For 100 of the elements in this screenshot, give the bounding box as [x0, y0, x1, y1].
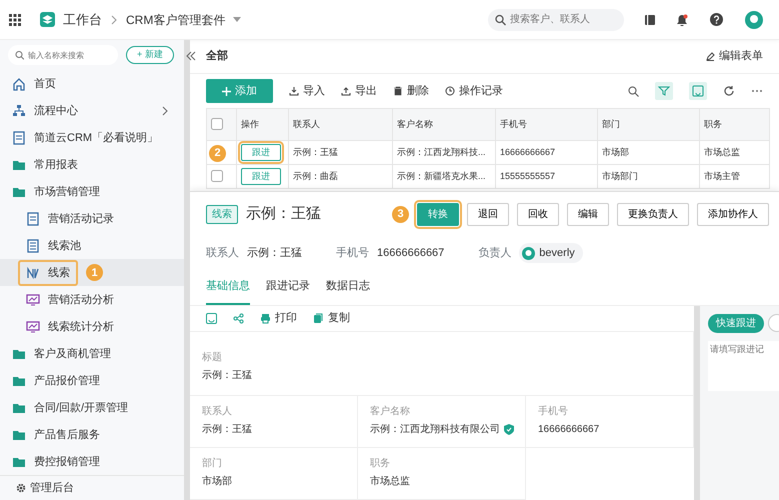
refresh-icon[interactable] [723, 85, 735, 97]
toolbar-link[interactable]: 删除 [393, 82, 429, 100]
printer-icon [260, 312, 271, 324]
follow-up-field[interactable]: 请填写跟进记 [708, 340, 779, 390]
action-button[interactable]: 回收 [517, 202, 559, 226]
help-icon[interactable] [710, 13, 723, 26]
grid-menu-icon[interactable] [8, 12, 22, 26]
card-view-icon[interactable] [689, 82, 707, 100]
caret-down-icon[interactable] [233, 16, 242, 22]
action-button[interactable]: 更换负责人 [617, 202, 689, 226]
callout-marker: 3 [392, 206, 409, 222]
avatar-icon[interactable] [745, 10, 763, 28]
plus-icon [222, 86, 231, 96]
table-cell: 示例：江西龙翔科技... [392, 140, 496, 164]
collapse-icon[interactable] [186, 51, 196, 61]
field-label: 标题 [202, 350, 223, 364]
detail-title: 示例：王猛 [246, 204, 321, 224]
app-name[interactable]: CRM客户管理套件 [126, 10, 226, 28]
wave-icon [26, 266, 40, 280]
column-header: 操作 [236, 108, 288, 140]
toolbar-link[interactable]: 导出 [341, 82, 377, 100]
checkbox[interactable] [211, 118, 223, 130]
upload-icon [341, 86, 351, 96]
tab[interactable]: 跟进记录 [266, 270, 310, 304]
edit-form-link[interactable]: 编辑表单 [706, 48, 763, 65]
toolbar-link[interactable]: 打印 [260, 310, 297, 326]
action-button[interactable]: 编辑 [567, 202, 609, 226]
column-header: 手机号 [496, 108, 598, 140]
toolbar-link[interactable]: 操作记录 [445, 82, 503, 100]
gear-icon [16, 483, 26, 494]
image-icon[interactable] [206, 312, 217, 324]
sidebar-item[interactable]: 营销活动记录 [0, 205, 184, 232]
search-icon [15, 50, 24, 60]
pencil-icon [706, 52, 715, 61]
home-icon [12, 76, 26, 91]
column-header: 联系人 [288, 108, 392, 140]
column-header: 职务 [700, 108, 770, 140]
table-cell: 市场总监 [700, 140, 770, 164]
bell-icon[interactable] [676, 14, 688, 26]
filter-icon[interactable] [655, 82, 673, 100]
sidebar-item[interactable]: 线索池 [0, 232, 184, 260]
field-label: 职务 [370, 456, 391, 470]
meta-value: 示例：王猛 [247, 246, 302, 261]
sidebar-item[interactable]: 首页 [0, 70, 184, 98]
sidebar-item[interactable]: 营销活动分析 [0, 286, 184, 314]
book-icon[interactable] [644, 14, 656, 26]
lead-tag: 线索 [206, 204, 238, 224]
field-label: 部门 [202, 456, 223, 470]
chevron-right-icon [162, 106, 168, 116]
field-value: 16666666667 [538, 422, 600, 436]
sidebar-item[interactable]: 流程中心 [0, 97, 184, 124]
action-button[interactable]: 添加协作人 [697, 202, 769, 226]
sidebar-item[interactable]: 产品售后服务 [0, 421, 184, 448]
sidebar-item[interactable]: 线索 [18, 260, 78, 286]
sidebar-item[interactable]: 线索统计分析 [0, 313, 184, 340]
field-label: 客户名称 [370, 404, 411, 418]
field-label: 联系人 [202, 404, 233, 418]
sidebar-item[interactable]: 费控报销管理 [0, 448, 184, 476]
sidebar-item[interactable]: 简道云CRM「必看说明」 [0, 124, 184, 152]
table-cell: 示例：王猛 [288, 140, 392, 164]
sidebar-item[interactable]: 产品报价管理 [0, 367, 184, 394]
home-link[interactable]: 工作台 [63, 10, 102, 30]
callout-marker: 2 [209, 145, 226, 162]
search-field[interactable]: 搜索客户、联系人 [488, 8, 624, 30]
sidebar-item[interactable]: 合同/回款/开票管理 [0, 394, 184, 422]
document-icon [26, 212, 40, 226]
copy-icon [313, 312, 324, 324]
table-cell: 15555555557 [496, 164, 598, 188]
toolbar-link[interactable]: 复制 [313, 310, 350, 326]
clock-icon [445, 86, 455, 96]
field-value: 示例：王猛 [202, 422, 252, 436]
download-icon [289, 86, 299, 96]
sidebar-item[interactable]: 客户及商机管理 [0, 340, 184, 368]
share-icon[interactable] [233, 312, 244, 324]
column-header: 部门 [598, 108, 700, 140]
meta-label: 负责人 [478, 246, 512, 261]
checkbox[interactable] [211, 170, 223, 182]
column-header: 客户名称 [392, 108, 496, 140]
field-value: 市场部 [202, 474, 232, 488]
action-button[interactable]: 退回 [467, 202, 509, 226]
search-field[interactable]: 输入名称来搜索 [8, 45, 118, 66]
owner-chip[interactable]: beverly [519, 242, 583, 264]
sidebar-item[interactable]: 市场营销管理 [0, 178, 184, 206]
more-icon[interactable] [751, 89, 763, 93]
table-cell: 市场主管 [700, 164, 770, 188]
search-icon[interactable] [628, 86, 639, 96]
list-title: 全部 [206, 48, 228, 64]
tab[interactable]: 数据日志 [326, 270, 370, 304]
toolbar-link[interactable]: 导入 [289, 82, 325, 100]
list-icon [26, 238, 40, 253]
field-label: 手机号 [538, 404, 569, 418]
table-cell: 示例：新疆塔克水果... [392, 164, 496, 188]
monitor-chart-icon [26, 320, 40, 334]
sidebar-item[interactable]: 常用报表 [0, 151, 184, 178]
table-cell: 市场部 [598, 140, 700, 164]
document-icon [12, 130, 26, 145]
field-value: 市场总监 [370, 474, 410, 488]
callout-marker: 1 [86, 264, 103, 282]
meta-value: 16666666667 [377, 246, 444, 261]
table-cell: 示例：曲磊 [288, 164, 392, 188]
